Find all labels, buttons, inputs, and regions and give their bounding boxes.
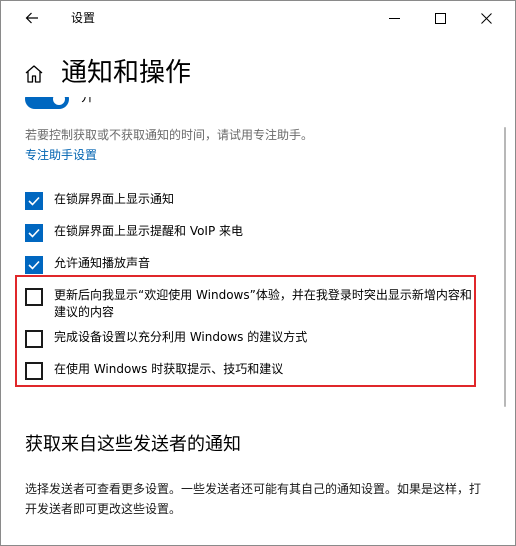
checkbox[interactable] [25,256,43,274]
minimize-button[interactable] [371,1,417,35]
focus-assist-settings-link[interactable]: 专注助手设置 [25,147,97,163]
checkbox-label: 在锁屏界面上显示提醒和 VoIP 来电 [54,224,244,238]
page-header: 通知和操作 [1,51,515,95]
checkbox-row-notification-sounds[interactable]: 允许通知播放声音 [25,255,475,274]
checkbox-label: 在使用 Windows 时获取提示、技巧和建议 [54,362,284,376]
checkbox[interactable] [25,224,43,242]
scrollbar[interactable] [501,97,509,529]
checkbox[interactable] [25,330,43,348]
back-arrow-icon [25,12,38,24]
senders-section-title: 获取来自这些发送者的通知 [25,434,241,455]
settings-window: 设置 通知和操作 开 若要控制获取或不获取通知的时间，请试用专注助手。 专注助手… [0,0,516,546]
scrollbar-thumb[interactable] [504,127,506,407]
checkmark-icon [28,260,40,270]
checkbox-row-lockscreen-reminders-voip[interactable]: 在锁屏界面上显示提醒和 VoIP 来电 [25,223,475,242]
checkbox-label: 完成设备设置以充分利用 Windows 的建议方式 [54,330,308,344]
focus-assist-description: 若要控制获取或不获取通知的时间，请试用专注助手。 [25,128,314,142]
toggle-state-label: 开 [81,97,95,105]
checkbox-row-tips-tricks[interactable]: 在使用 Windows 时获取提示、技巧和建议 [25,361,475,380]
toggle-knob [53,97,65,105]
window-title: 设置 [71,11,96,25]
checkbox[interactable] [25,192,43,210]
close-button[interactable] [463,1,509,35]
settings-content: 开 若要控制获取或不获取通知的时间，请试用专注助手。 专注助手设置 在锁屏界面上… [1,97,515,545]
maximize-button[interactable] [417,1,463,35]
checkmark-icon [28,228,40,238]
title-bar: 设置 [1,1,515,35]
checkbox-label: 更新后向我显示“欢迎使用 Windows”体验，并在我登录时突出显示新增内容和建… [54,288,472,319]
checkmark-icon [28,196,40,206]
maximize-icon [434,12,446,24]
page-title: 通知和操作 [61,58,192,88]
back-button[interactable] [15,5,49,31]
close-icon [480,12,492,24]
checkbox-row-lockscreen-notifications[interactable]: 在锁屏界面上显示通知 [25,191,475,210]
checkbox-label: 允许通知播放声音 [54,256,151,270]
checkbox-row-device-setup-suggestions[interactable]: 完成设备设置以充分利用 Windows 的建议方式 [25,329,475,348]
notifications-toggle[interactable] [25,97,69,109]
home-icon[interactable] [23,63,45,85]
checkbox-label: 在锁屏界面上显示通知 [54,192,175,206]
checkbox[interactable] [25,288,43,306]
checkbox-row-welcome-experience[interactable]: 更新后向我显示“欢迎使用 Windows”体验，并在我登录时突出显示新增内容和建… [25,287,475,321]
checkbox[interactable] [25,362,43,380]
senders-section-description: 选择发送者可查看更多设置。一些发送者还可能有其自己的通知设置。如果是这样，打开发… [25,482,482,516]
minimize-icon [388,17,400,19]
